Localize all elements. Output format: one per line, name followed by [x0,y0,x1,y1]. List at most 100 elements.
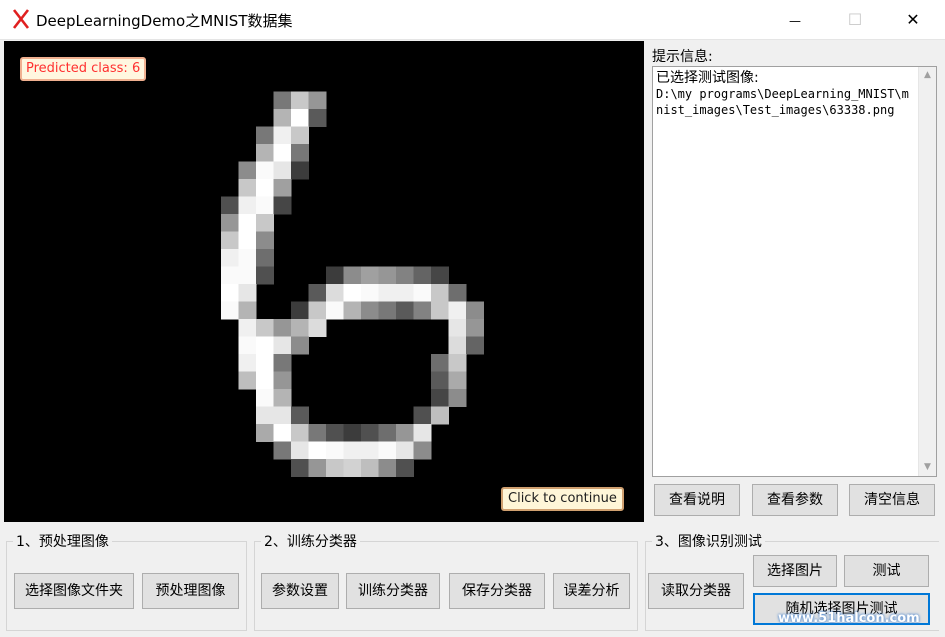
view-params-button[interactable]: 查看参数 [752,484,838,516]
digit-pixel [238,301,257,320]
digit-pixel [291,109,309,127]
predicted-class-label: Predicted class: 6 [20,57,147,81]
group-test-title: 3、图像识别测试 [652,531,765,551]
group-preprocess-title: 1、预处理图像 [13,531,112,551]
digit-pixel [238,196,257,215]
digit-pixel [238,354,257,372]
digit-pixel [308,424,327,442]
digit-pixel [378,459,397,477]
digit-pixel [273,336,292,355]
info-scrollbar[interactable]: ▲ ▼ [918,67,936,476]
digit-pixel [273,319,292,337]
scroll-down-icon[interactable]: ▼ [919,459,936,476]
info-heading: 提示信息: [652,49,713,65]
digit-pixel [326,266,344,285]
digit-pixel [256,319,274,337]
digit-pixel [378,284,397,302]
digit-pixel [396,301,414,320]
digit-pixel [273,161,292,180]
info-textbox[interactable]: 已选择测试图像: D:\my programs\DeepLearning_MNI… [652,66,937,477]
image-display[interactable]: Predicted class: 6 Click to continue [4,41,644,522]
group-train-title: 2、训练分类器 [261,531,360,551]
digit-pixel [448,301,467,320]
digit-pixel [291,126,309,145]
digit-pixel [221,231,239,250]
clear-info-button[interactable]: 清空信息 [849,484,935,516]
minimize-button[interactable]: — [772,0,818,39]
scroll-up-icon[interactable]: ▲ [919,67,936,84]
digit-pixel [256,354,274,372]
digit-pixel [273,126,292,145]
train-classifier-button[interactable]: 训练分类器 [346,573,440,609]
test-button[interactable]: 测试 [844,555,929,587]
digit-pixel [238,371,257,390]
digit-pixel [378,266,397,285]
digit-pixel [361,459,379,477]
digit-pixel [448,319,467,337]
digit-pixel [308,459,327,477]
digit-pixel [431,301,449,320]
digit-pixel [326,424,344,442]
digit-pixel [361,266,379,285]
digit-pixel [221,301,239,320]
digit-pixel [431,354,449,372]
digit-pixel [291,424,309,442]
param-settings-button[interactable]: 参数设置 [261,573,339,609]
maximize-icon: ☐ [847,10,863,29]
digit-pixel [256,179,274,197]
digit-pixel [291,441,309,460]
digit-pixel [396,459,414,477]
digit-pixel [256,406,274,425]
digit-pixel [343,424,362,442]
digit-pixel [221,284,239,302]
digit-pixel [378,301,397,320]
digit-pixel [221,266,239,285]
view-help-button[interactable]: 查看说明 [654,484,740,516]
error-analysis-button[interactable]: 误差分析 [553,573,630,609]
select-image-button[interactable]: 选择图片 [753,555,837,587]
digit-pixel [343,459,362,477]
digit-pixel [256,389,274,407]
digit-pixel [256,266,274,285]
digit-pixel [343,441,362,460]
digit-pixel [361,284,379,302]
save-classifier-button[interactable]: 保存分类器 [449,573,545,609]
digit-pixel [396,424,414,442]
click-to-continue-label[interactable]: Click to continue [501,487,624,511]
digit-pixel [221,214,239,232]
close-icon: ✕ [906,10,920,29]
digit-pixel [273,91,292,110]
digit-pixel [238,161,257,180]
maximize-button[interactable]: ☐ [832,0,878,39]
digit-pixel [413,284,432,302]
digit-pixel [273,196,292,215]
digit-pixel [273,109,292,127]
digit-pixel [308,284,327,302]
digit-pixel [308,319,327,337]
select-folder-button[interactable]: 选择图像文件夹 [14,573,134,609]
digit-pixel [326,301,344,320]
digit-pixel [413,266,432,285]
preprocess-button[interactable]: 预处理图像 [142,573,239,609]
digit-pixel [256,336,274,355]
digit-pixel [238,249,257,267]
digit-pixel [256,126,274,145]
watermark-text: www.51halcon.com [778,611,920,626]
digit-pixel [291,301,309,320]
read-classifier-button[interactable]: 读取分类器 [648,573,744,609]
digit-pixel [396,284,414,302]
digit-pixel [466,336,484,355]
digit-pixel [273,424,292,442]
close-button[interactable]: ✕ [890,0,936,39]
digit-pixel [448,371,467,390]
digit-pixel [273,389,292,407]
digit-pixel [238,266,257,285]
digit-pixel [413,301,432,320]
digit-pixel [396,266,414,285]
digit-pixel [326,441,344,460]
digit-pixel [291,91,309,110]
digit-pixel [431,406,449,425]
digit-pixel [273,371,292,390]
digit-pixel [396,441,414,460]
digit-pixel [448,336,467,355]
